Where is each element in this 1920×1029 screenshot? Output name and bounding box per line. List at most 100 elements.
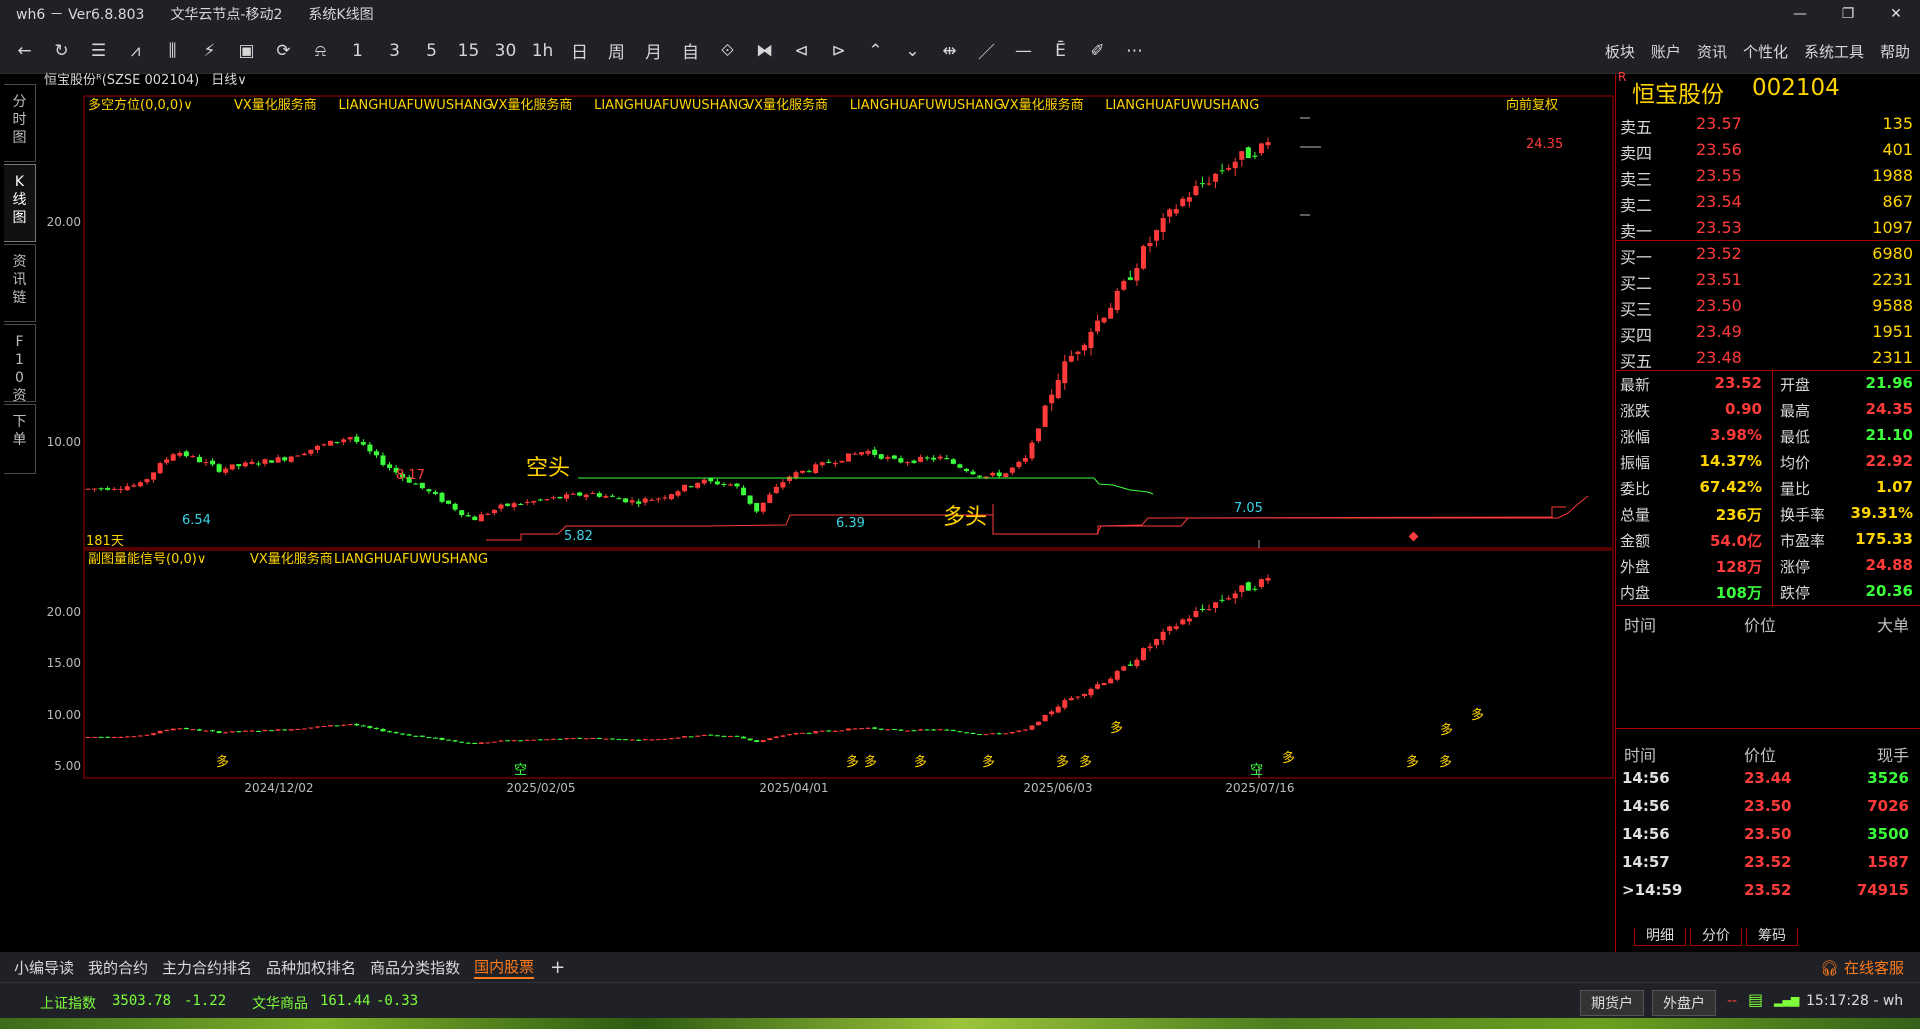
toolbar-icon-4[interactable]: ⫼ xyxy=(154,35,191,67)
toolbar-icon-16[interactable]: 周 xyxy=(598,35,635,67)
sub-candle-body xyxy=(754,740,760,742)
toolbar-icon-26[interactable]: ／ xyxy=(968,35,1005,67)
menu-item-3[interactable]: 个性化 xyxy=(1743,41,1788,62)
close-button[interactable]: ✕ xyxy=(1872,0,1920,28)
ask-row[interactable]: 卖四 23.56 401 xyxy=(1616,137,1920,163)
toolbar-icon-6[interactable]: ▣ xyxy=(228,35,265,67)
detail-tab-2[interactable]: 筹码 xyxy=(1746,928,1798,946)
toolbar-icon-13[interactable]: 30 xyxy=(487,35,524,67)
detail-tab-1[interactable]: 分价 xyxy=(1690,928,1742,946)
toolbar-icon-9[interactable]: 1 xyxy=(339,35,376,67)
bid-row[interactable]: 买五 23.48 2311 xyxy=(1616,345,1920,371)
side-tab-4[interactable]: 下单 xyxy=(4,404,36,474)
sub-candle-body xyxy=(360,725,366,727)
toolbar-icon-15[interactable]: 日 xyxy=(561,35,598,67)
futures-account-button[interactable]: 期货户 xyxy=(1580,990,1644,1016)
bottom-tab-4[interactable]: 商品分类指数 xyxy=(370,957,460,978)
sub-candle-body xyxy=(288,729,294,731)
bottom-tab-0[interactable]: 小编导读 xyxy=(14,957,74,978)
ask-row[interactable]: 卖二 23.54 867 xyxy=(1616,189,1920,215)
bottom-tab-3[interactable]: 品种加权排名 xyxy=(266,957,356,978)
toolbar-icon-22[interactable]: ⊳ xyxy=(820,35,857,67)
toolbar-icon-19[interactable]: ⟐ xyxy=(709,35,746,67)
sub-candle-body xyxy=(111,737,117,739)
side-tab-2[interactable]: 资讯链 xyxy=(4,244,36,322)
tick-row: 14:57 23.52 1587 xyxy=(1616,848,1920,876)
toolbar-icon-28[interactable]: Ē xyxy=(1042,35,1079,67)
online-service-button[interactable]: 🎧︎ 在线客服 xyxy=(1820,957,1904,978)
candle-body xyxy=(885,457,891,459)
sub-chart-frame xyxy=(83,549,1614,779)
toolbar-icon-24[interactable]: ⌄ xyxy=(894,35,931,67)
candle-body xyxy=(282,457,288,461)
candle-body xyxy=(806,471,812,473)
chart-area[interactable]: 多空方位(0,0,0)∨ VX量化服务商 LIANGHUAFUWUSHANG VX量化… xyxy=(38,90,1615,952)
sub-candle-body xyxy=(918,729,924,731)
menu-item-2[interactable]: 资讯 xyxy=(1697,41,1727,62)
stat-value: 1.07 xyxy=(1875,478,1913,496)
bottom-tab-5[interactable]: 国内股票 xyxy=(474,956,535,979)
ask-row[interactable]: 卖一 23.53 1097 xyxy=(1616,215,1920,241)
kline-chart[interactable]: 多空方位(0,0,0)∨ VX量化服务商 LIANGHUAFUWUSHANGVX量化… xyxy=(38,90,1615,968)
toolbar-icon-2[interactable]: ☰ xyxy=(80,35,117,67)
ask-row[interactable]: 卖五 23.57 135 xyxy=(1616,111,1920,137)
foreign-account-button[interactable]: 外盘户 xyxy=(1652,990,1716,1016)
toolbar-icon-27[interactable]: — xyxy=(1005,35,1042,67)
candle-body xyxy=(295,455,301,457)
toolbar-icon-7[interactable]: ⟳ xyxy=(265,35,302,67)
toolbar-icon-5[interactable]: ⚡ xyxy=(191,35,228,67)
menu-item-5[interactable]: 帮助 xyxy=(1880,41,1910,62)
period-dropdown[interactable]: 日线∨ xyxy=(211,73,247,88)
bottom-tab-2[interactable]: 主力合约排名 xyxy=(162,957,252,978)
toolbar-icon-14[interactable]: 1h xyxy=(524,35,561,67)
minimize-button[interactable]: — xyxy=(1776,0,1824,28)
toolbar-icon-1[interactable]: ↻ xyxy=(43,35,80,67)
toolbar-icon-17[interactable]: 月 xyxy=(635,35,672,67)
detail-tab-0[interactable]: 明细 xyxy=(1634,928,1686,946)
toolbar-icon-30[interactable]: ⋯ xyxy=(1116,35,1153,67)
candle-body xyxy=(1016,461,1022,467)
server-node[interactable]: 文华云节点-移动2 xyxy=(170,4,282,24)
sub-candle-body xyxy=(1213,602,1219,609)
maximize-button[interactable]: ❐ xyxy=(1824,0,1872,28)
low-label-1: 6.54 xyxy=(182,513,211,528)
bid-price: 23.52 xyxy=(1696,244,1742,263)
menu-item-4[interactable]: 系统工具 xyxy=(1804,41,1864,62)
side-tab-0[interactable]: 分时图 xyxy=(4,84,36,162)
bid-row[interactable]: 买四 23.49 1951 xyxy=(1616,319,1920,345)
sub-candle-body xyxy=(478,742,484,744)
toolbar-icon-11[interactable]: 5 xyxy=(413,35,450,67)
toolbar-icon-0[interactable]: ← xyxy=(6,35,43,67)
toolbar-icon-25[interactable]: ⇹ xyxy=(931,35,968,67)
main-ytick-0: 20.00 xyxy=(47,215,81,229)
bid-row[interactable]: 买三 23.50 9588 xyxy=(1616,293,1920,319)
bid-row[interactable]: 买二 23.51 2231 xyxy=(1616,267,1920,293)
ask-label: 卖五 xyxy=(1620,118,1653,137)
toolbar-icon-18[interactable]: 自 xyxy=(672,35,709,67)
sub-ytick-3: 5.00 xyxy=(54,759,81,773)
side-tab-3[interactable]: F10资料 xyxy=(4,324,36,422)
toolbar-icon-12[interactable]: 15 xyxy=(450,35,487,67)
toolbar-icon-10[interactable]: 3 xyxy=(376,35,413,67)
stat-label: 最新 xyxy=(1620,376,1651,394)
menu-item-1[interactable]: 账户 xyxy=(1651,41,1681,62)
menu-item-0[interactable]: 板块 xyxy=(1605,41,1635,62)
main-tag-6: VX量化服务商 xyxy=(1001,97,1084,113)
candle-body xyxy=(118,488,124,490)
ask-row[interactable]: 卖三 23.55 1988 xyxy=(1616,163,1920,189)
side-tab-1[interactable]: K线图 xyxy=(4,164,36,242)
toolbar-icon-3[interactable]: ⩘ xyxy=(117,35,154,67)
candle-body xyxy=(1101,317,1107,323)
candle-body xyxy=(662,497,668,499)
symbol-line[interactable]: 恒宝股份ᴿ(SZSE 002104) 日线∨ xyxy=(44,74,247,88)
toolbar-icon-29[interactable]: ✐ xyxy=(1079,35,1116,67)
toolbar-icon-8[interactable]: ⍾ xyxy=(302,35,339,67)
add-tab-button[interactable]: + xyxy=(550,957,565,978)
toolbar-icon-21[interactable]: ⊲ xyxy=(783,35,820,67)
toolbar-icon-23[interactable]: ⌃ xyxy=(857,35,894,67)
candle-body xyxy=(183,451,189,457)
toolbar-icon-20[interactable]: ⧓ xyxy=(746,35,783,67)
bottom-tab-1[interactable]: 我的合约 xyxy=(88,957,148,978)
bid-label: 买四 xyxy=(1620,326,1653,345)
bid-row[interactable]: 买一 23.52 6980 xyxy=(1616,241,1920,267)
